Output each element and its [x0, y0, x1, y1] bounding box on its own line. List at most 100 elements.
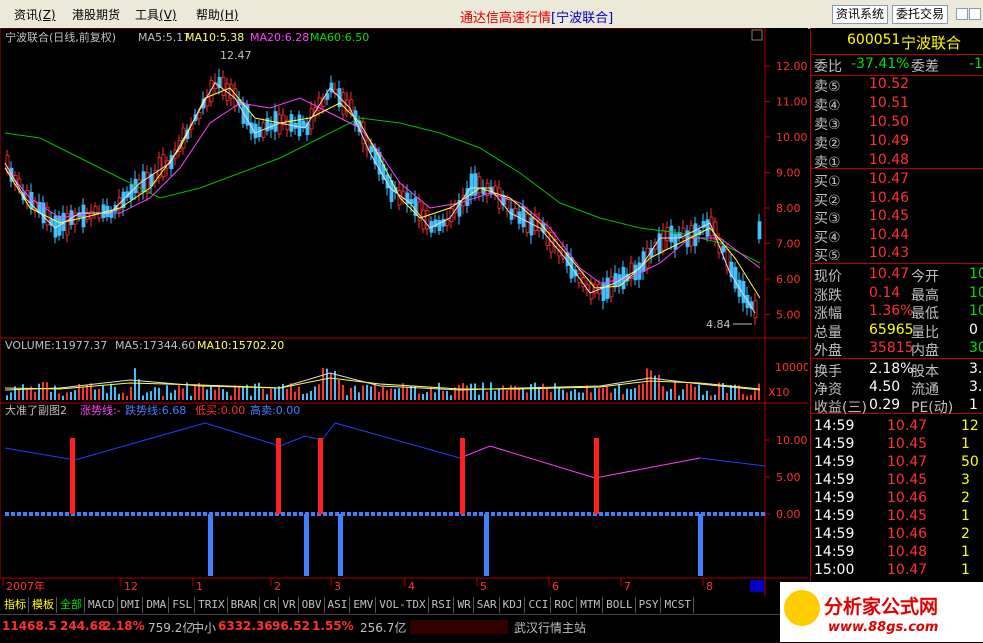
volume-unit: X10 [768, 386, 790, 399]
buy-level-row: 买② 10.46 [814, 189, 910, 209]
tab-dmi[interactable]: DMI [119, 597, 144, 613]
tab-fsl[interactable]: FSL [170, 597, 196, 613]
app-title: 通达信高速行情[宁波联合] [460, 11, 614, 26]
x-tick: 1 [196, 580, 203, 593]
index1-change: 244.68 [60, 619, 107, 633]
ma5-label: MA5:5.17 [138, 31, 190, 44]
ma10-label: MA10:5.38 [185, 31, 244, 44]
tab-emv[interactable]: EMV [351, 597, 377, 613]
quote-stat-row: 净资4.50流通3.0 [814, 379, 983, 398]
tab-asi[interactable]: ASI [326, 597, 351, 613]
ma60-label: MA60:6.50 [310, 31, 369, 44]
index2-value: 6332.36 [218, 619, 273, 633]
tab-vr[interactable]: VR [280, 597, 299, 613]
tick-row: 14:59 10.45 1 [814, 436, 970, 452]
buy-level-row: 买① 10.47 [814, 171, 910, 190]
index1-value: 11468.5 [2, 619, 57, 633]
tab-mcst[interactable]: MCST [662, 597, 694, 613]
index2-change: 96.52 [272, 619, 310, 633]
tab-模板[interactable]: 模板 [30, 597, 57, 613]
chart-area[interactable]: 宁波联合(日线,前复权) MA5:5.17 MA10:5.38 MA20:6.2… [0, 27, 810, 596]
tab-kdj[interactable]: KDJ [501, 597, 526, 613]
subchart-title: 大准了副图2 [5, 403, 67, 417]
tab-wr[interactable]: WR [455, 597, 474, 613]
buy-level-row: 买③ 10.45 [814, 208, 910, 227]
low-price-label: 4.84 [706, 318, 731, 331]
volume-y-tick: 10000 [775, 361, 808, 374]
price-tick: 12.00 [776, 60, 808, 73]
quote-panel: 600051 宁波联合 委比 -37.41% 委差 -1 卖⑤ 10.52 卖④ 10… [810, 28, 983, 596]
subchart-y-axis: 10.00 5.00 0.00 [765, 434, 808, 521]
x-tick: 2 [274, 580, 281, 593]
weibi-row: 委比 -37.41% 委差 -1 [814, 56, 983, 75]
tab-brar[interactable]: BRAR [229, 597, 261, 613]
tick-row: 14:59 10.46 2 [814, 526, 970, 542]
tab-roc[interactable]: ROC [552, 597, 578, 613]
price-tick: 6.00 [776, 273, 801, 286]
tab-全部[interactable]: 全部 [58, 597, 85, 613]
server-station[interactable]: 武汉行情主站 [514, 619, 586, 636]
quote-stat-row: 涨跌 0.14 最高 10 [814, 284, 983, 304]
tab-macd[interactable]: MACD [86, 597, 118, 613]
trend-up-line [459, 445, 701, 479]
menu-zixun[interactable]: 资讯(Z) [14, 6, 56, 23]
sell-level-row: 卖⑤ 10.52 [814, 76, 910, 95]
tab-cr[interactable]: CR [261, 597, 280, 613]
quote-stat-row: 总量 65965 量比 0 [814, 321, 978, 341]
index2-label: 中小 [192, 621, 217, 635]
tab-mtm[interactable]: MTM [578, 597, 604, 613]
quote-stat-row: 收益(三) 0.29 PE(动) 1 [814, 397, 978, 416]
price-tick: 5.00 [776, 309, 801, 322]
ma20-label: MA20:6.28 [250, 31, 309, 44]
price-tick: 11.00 [776, 96, 808, 109]
tick-row: 14:59 10.46 2 [814, 490, 970, 506]
tab-sar[interactable]: SAR [475, 597, 500, 613]
tick-row: 14:59 10.48 1 [814, 544, 970, 560]
menu-tools[interactable]: 工具(V) [135, 6, 177, 23]
x-tick: 12 [124, 580, 138, 593]
sell-level-row: 卖③ 10.50 [814, 114, 910, 133]
x-tick: 7 [624, 580, 631, 593]
info-system-button[interactable]: 资讯系统 [832, 5, 889, 24]
subchart-series1: 涨势线:- [80, 403, 121, 417]
menu-ganggu[interactable]: 港股期货 [72, 6, 120, 23]
tab-指标[interactable]: 指标 [2, 597, 29, 613]
price-tick: 7.00 [776, 238, 801, 251]
sell-level-row: 卖② 10.49 [814, 133, 910, 152]
pinwheel-icon [784, 590, 820, 626]
subchart-tick: 10.00 [776, 434, 808, 447]
index2-amount: 256.7亿 [360, 621, 407, 635]
tab-obv[interactable]: OBV [300, 597, 325, 613]
menu-help[interactable]: 帮助(H) [196, 6, 238, 23]
tick-indicator [410, 620, 508, 634]
x-tick: 6 [552, 580, 559, 593]
tab-cci[interactable]: CCI [526, 597, 552, 613]
stock-name: 宁波联合 [901, 34, 962, 52]
restore-icon[interactable] [969, 8, 981, 20]
minimize-icon[interactable] [956, 8, 968, 20]
site-logo: 分析家公式网 www.88gs.com [780, 582, 983, 642]
subchart-series3: 低买:0.00 [195, 404, 245, 417]
volume-title: VOLUME:11977.37 [5, 339, 107, 352]
sell-level-row: 卖④ 10.51 [814, 95, 910, 114]
x-tick: 4 [408, 580, 415, 593]
buy-level-row: 买④ 10.44 [814, 226, 910, 246]
index1-amount: 759.2亿 [148, 621, 195, 635]
tab-trix[interactable]: TRIX [196, 597, 228, 613]
weibi-value: -37.41% [851, 56, 910, 72]
tab-psy[interactable]: PSY [637, 597, 662, 613]
chart-svg[interactable]: 宁波联合(日线,前复权) MA5:5.17 MA10:5.38 MA20:6.2… [0, 27, 810, 596]
quote-stat-row: 现价 10.47 今开 10 [814, 266, 983, 285]
tab-boll[interactable]: BOLL [604, 597, 636, 613]
quote-stat-row: 换手2.18%股本3.0 [814, 361, 983, 380]
subchart-tick: 0.00 [776, 508, 801, 521]
trade-button[interactable]: 委托交易 [892, 5, 949, 24]
tick-row: 14:59 10.45 3 [814, 472, 970, 488]
tab-dma[interactable]: DMA [144, 597, 170, 613]
tab-vol-tdx[interactable]: VOL-TDX [377, 597, 429, 613]
volume-ma10-label: MA10:15702.20 [197, 339, 284, 352]
candlesticks [5, 68, 762, 326]
x-axis: 2007年 12 1 2 3 4 5 6 7 8 [2, 578, 713, 593]
expand-icon [751, 29, 763, 41]
tab-rsi[interactable]: RSI [430, 597, 455, 613]
